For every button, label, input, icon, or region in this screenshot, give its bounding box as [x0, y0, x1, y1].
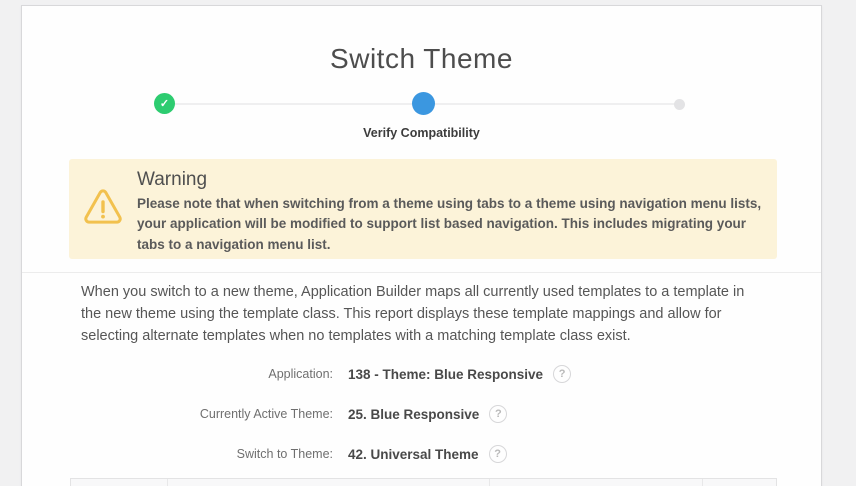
application-value: 138 - Theme: Blue Responsive: [348, 367, 543, 382]
table-header-cell: [168, 479, 490, 486]
warning-icon-wrap: [69, 159, 137, 259]
warning-message: Please note that when switching from a t…: [137, 194, 765, 255]
check-icon: ✓: [160, 97, 169, 110]
current-theme-label: Currently Active Theme:: [22, 407, 333, 421]
current-step-label: Verify Compatibility: [22, 126, 821, 140]
switch-theme-label: Switch to Theme:: [22, 447, 333, 461]
theme-summary-form: Application: 138 - Theme: Blue Responsiv…: [22, 354, 821, 474]
warning-triangle-icon: [83, 189, 123, 230]
step-upcoming-marker: [674, 99, 685, 110]
section-divider: [22, 272, 821, 273]
warning-text-block: Warning Please note that when switching …: [137, 159, 765, 259]
application-label: Application:: [22, 367, 333, 381]
warning-title: Warning: [137, 169, 765, 191]
switch-theme-help-button[interactable]: ?: [489, 445, 507, 463]
page-title: Switch Theme: [22, 6, 821, 75]
current-theme-help-button[interactable]: ?: [489, 405, 507, 423]
step-current-marker: [412, 92, 435, 115]
help-icon: ?: [495, 408, 502, 420]
current-theme-value: 25. Blue Responsive: [348, 407, 479, 422]
warning-callout: Warning Please note that when switching …: [69, 159, 777, 259]
switch-theme-value: 42. Universal Theme: [348, 447, 479, 462]
wizard-card: Switch Theme ✓ Verify Compatibility Warn…: [21, 5, 822, 486]
field-row-switch-theme: Switch to Theme: 42. Universal Theme ?: [22, 434, 821, 474]
help-icon: ?: [559, 368, 566, 380]
help-icon: ?: [494, 448, 501, 460]
table-header-cell: [490, 479, 703, 486]
application-help-button[interactable]: ?: [553, 365, 571, 383]
table-header-cell: [703, 479, 776, 486]
field-row-current-theme: Currently Active Theme: 25. Blue Respons…: [22, 394, 821, 434]
field-row-application: Application: 138 - Theme: Blue Responsiv…: [22, 354, 821, 394]
step-complete-marker: ✓: [154, 93, 175, 114]
template-mapping-table-header: [70, 478, 777, 486]
table-header-cell: [71, 479, 168, 486]
intro-paragraph: When you switch to a new theme, Applicat…: [81, 282, 759, 347]
